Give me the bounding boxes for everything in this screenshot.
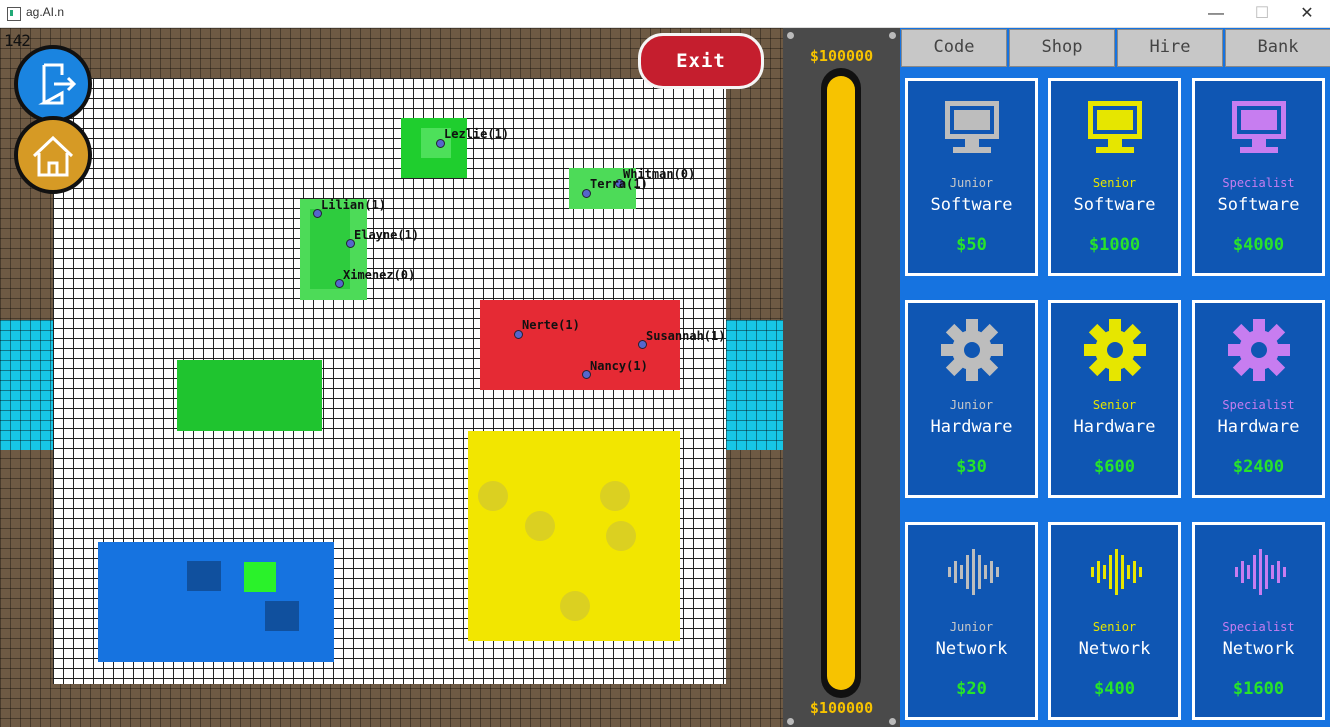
card-type: Software bbox=[1073, 195, 1156, 215]
desk-zone[interactable] bbox=[177, 360, 322, 431]
card-price: $1600 bbox=[1232, 679, 1285, 699]
exit-button[interactable]: Exit bbox=[638, 33, 764, 89]
agent-label: Nerte(1) bbox=[522, 318, 580, 332]
soundwave-icon bbox=[908, 541, 1035, 603]
card-price: $20 bbox=[956, 679, 987, 699]
agent-label: Susannah(1) bbox=[646, 329, 726, 343]
gear-icon bbox=[1051, 319, 1178, 381]
hire-card-senior-network[interactable]: Senior Network $400 bbox=[1048, 522, 1181, 720]
close-button[interactable]: ✕ bbox=[1284, 0, 1330, 27]
meeting-zone[interactable] bbox=[480, 300, 680, 390]
server-marker bbox=[525, 511, 555, 541]
hire-card-senior-software[interactable]: Senior Software $1000 bbox=[1048, 78, 1181, 276]
card-type: Network bbox=[1078, 639, 1151, 659]
hire-card-specialist-software[interactable]: Specialist Software $4000 bbox=[1192, 78, 1325, 276]
budget-panel: $100000 $100000 bbox=[783, 28, 900, 727]
lounge-tile bbox=[265, 601, 299, 631]
card-level: Junior bbox=[949, 620, 994, 634]
home-round-button[interactable] bbox=[14, 116, 92, 194]
card-level: Senior bbox=[1092, 176, 1137, 190]
agent-label: Ximenez(0) bbox=[343, 268, 416, 282]
agent-label: Terra(1) bbox=[590, 177, 648, 191]
tick-counter: 142 bbox=[4, 31, 31, 50]
store-tabs: Code Shop Hire Bank bbox=[900, 28, 1330, 67]
agent-label: Nancy(1) bbox=[590, 359, 648, 373]
card-price: $400 bbox=[1094, 679, 1135, 699]
agent-label: Lilian(1) bbox=[321, 198, 387, 212]
server-marker bbox=[560, 591, 590, 621]
hire-card-junior-hardware[interactable]: Junior Hardware $30 bbox=[905, 300, 1038, 498]
budget-bar-fill bbox=[827, 76, 855, 690]
agent-label: Elayne(1) bbox=[354, 228, 420, 242]
card-type: Hardware bbox=[1217, 417, 1300, 437]
soundwave-icon bbox=[1195, 541, 1322, 603]
agent-label: Lezlie(1) bbox=[444, 127, 510, 141]
card-type: Network bbox=[1222, 639, 1295, 659]
hire-card-junior-software[interactable]: Junior Software $50 bbox=[905, 78, 1038, 276]
card-level: Specialist bbox=[1222, 176, 1295, 190]
card-type: Software bbox=[1217, 195, 1300, 215]
server-marker bbox=[606, 521, 636, 551]
card-level: Specialist bbox=[1222, 620, 1295, 634]
server-marker bbox=[478, 481, 508, 511]
server-marker bbox=[600, 481, 630, 511]
monitor-icon bbox=[908, 97, 1035, 159]
card-level: Junior bbox=[949, 176, 994, 190]
budget-bottom-value: $100000 bbox=[809, 699, 874, 717]
minimize-button[interactable]: — bbox=[1193, 0, 1239, 27]
panel-rivet bbox=[787, 718, 794, 725]
hire-card-specialist-hardware[interactable]: Specialist Hardware $2400 bbox=[1192, 300, 1325, 498]
budget-top-value: $100000 bbox=[809, 47, 874, 65]
budget-bar bbox=[821, 68, 861, 698]
card-price: $600 bbox=[1094, 457, 1135, 477]
window-titlebar: ag.AI.n — ☐ ✕ bbox=[0, 0, 1330, 28]
card-price: $4000 bbox=[1232, 235, 1285, 255]
right-door bbox=[726, 320, 783, 450]
lounge-tile bbox=[187, 561, 221, 591]
card-type: Hardware bbox=[930, 417, 1013, 437]
card-price: $1000 bbox=[1088, 235, 1141, 255]
left-door bbox=[0, 320, 53, 450]
store-panel: Code Shop Hire Bank Junior Software $50 … bbox=[900, 28, 1330, 727]
monitor-icon bbox=[1195, 97, 1322, 159]
tab-hire[interactable]: Hire bbox=[1117, 29, 1223, 67]
monitor-icon bbox=[1051, 97, 1178, 159]
panel-rivet bbox=[889, 32, 896, 39]
card-level: Junior bbox=[949, 398, 994, 412]
card-type: Software bbox=[930, 195, 1013, 215]
window-title: ag.AI.n bbox=[26, 5, 65, 19]
hire-card-junior-network[interactable]: Junior Network $20 bbox=[905, 522, 1038, 720]
card-price: $50 bbox=[956, 235, 987, 255]
tab-code[interactable]: Code bbox=[901, 29, 1007, 67]
hire-card-senior-hardware[interactable]: Senior Hardware $600 bbox=[1048, 300, 1181, 498]
card-level: Senior bbox=[1092, 398, 1137, 412]
panel-rivet bbox=[889, 718, 896, 725]
tab-bank[interactable]: Bank bbox=[1225, 29, 1330, 67]
card-type: Hardware bbox=[1073, 417, 1156, 437]
gear-icon bbox=[908, 319, 1035, 381]
logout-icon bbox=[38, 63, 77, 105]
gear-icon bbox=[1195, 319, 1322, 381]
home-icon bbox=[32, 135, 74, 177]
soundwave-icon bbox=[1051, 541, 1178, 603]
office-map[interactable]: Lezlie(1) Whitman(0) Terra(1) Lilian(1) … bbox=[0, 28, 783, 727]
exit-round-button[interactable] bbox=[14, 45, 92, 123]
card-price: $30 bbox=[956, 457, 987, 477]
selected-tile[interactable] bbox=[244, 562, 276, 592]
card-level: Senior bbox=[1092, 620, 1137, 634]
app-icon bbox=[7, 7, 21, 21]
maximize-button[interactable]: ☐ bbox=[1239, 0, 1285, 27]
card-level: Specialist bbox=[1222, 398, 1295, 412]
tab-shop[interactable]: Shop bbox=[1009, 29, 1115, 67]
panel-rivet bbox=[787, 32, 794, 39]
card-type: Network bbox=[935, 639, 1008, 659]
hire-card-specialist-network[interactable]: Specialist Network $1600 bbox=[1192, 522, 1325, 720]
card-price: $2400 bbox=[1232, 457, 1285, 477]
